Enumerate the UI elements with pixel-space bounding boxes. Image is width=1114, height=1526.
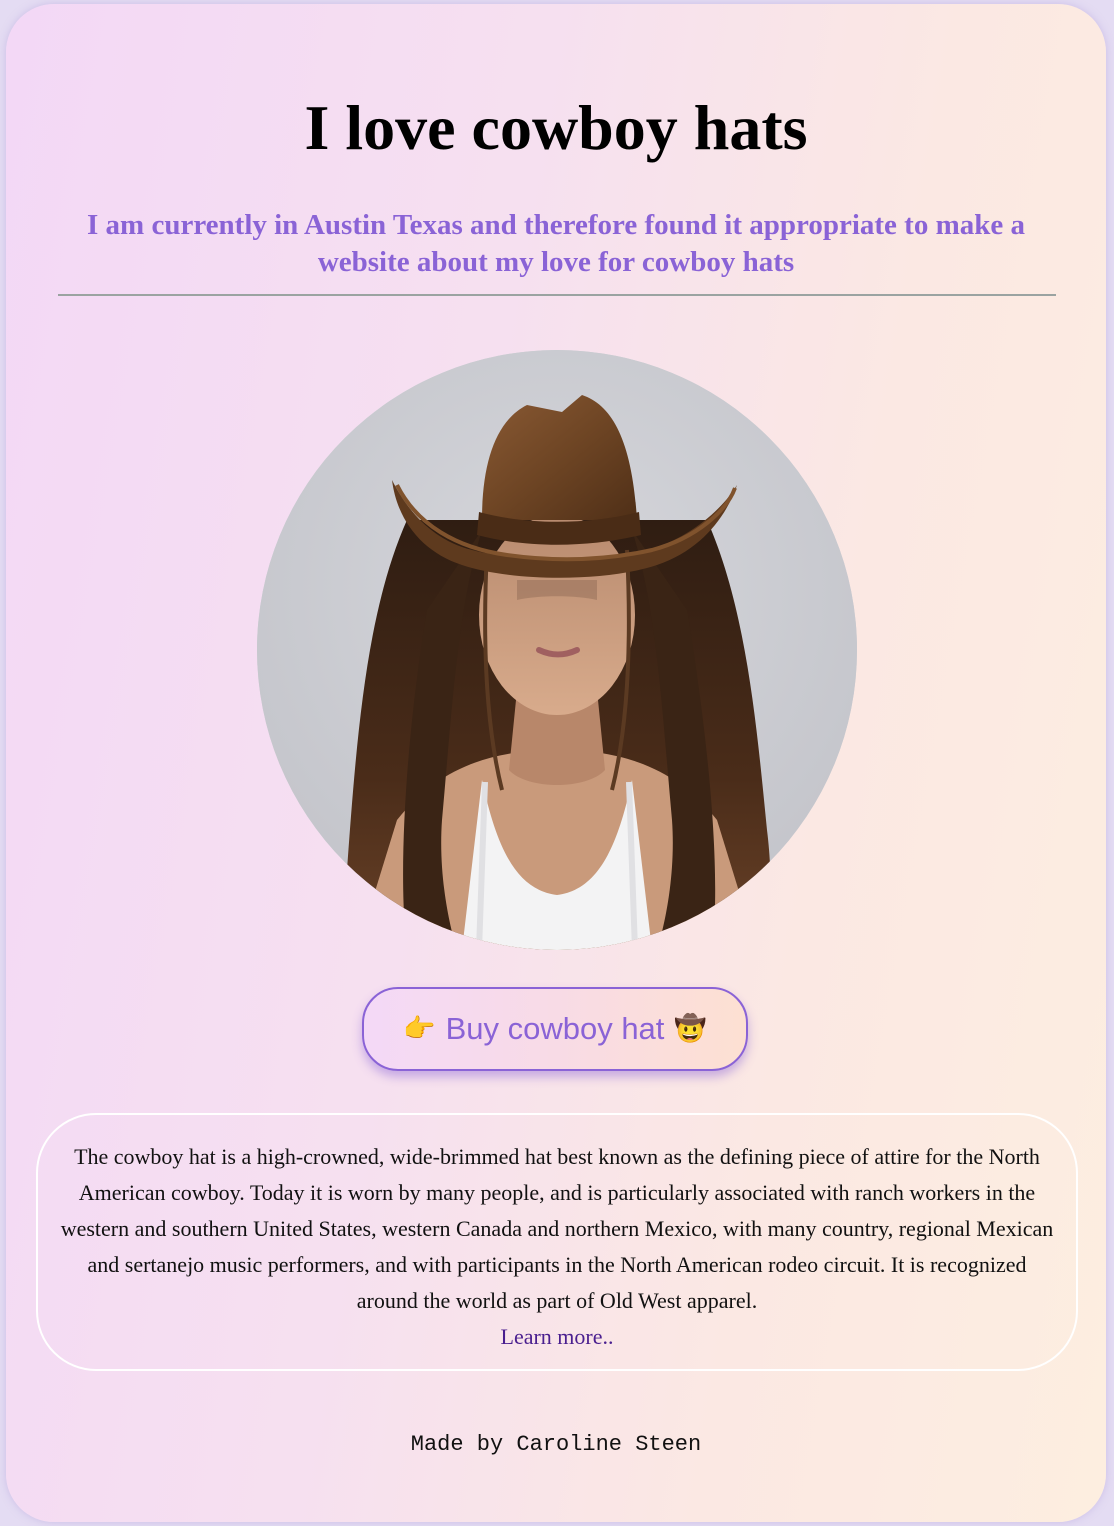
info-box: The cowboy hat is a high-crowned, wide-b… (36, 1113, 1078, 1371)
divider (58, 294, 1056, 296)
buy-cowboy-hat-button[interactable]: 👉 Buy cowboy hat 🤠 (362, 987, 748, 1071)
learn-more-link[interactable]: Learn more.. (501, 1324, 614, 1349)
page-subtitle: I am currently in Austin Texas and there… (87, 209, 1025, 278)
buy-button-label: Buy cowboy hat (445, 1011, 665, 1046)
page-card: I love cowboy hats I am currently in Aus… (6, 4, 1106, 1522)
woman-in-cowboy-hat-illustration (257, 350, 857, 950)
cowboy-hat-photo (257, 350, 857, 950)
footer-credit: Made by Caroline Steen (410, 1432, 702, 1457)
page-title: I love cowboy hats (304, 92, 808, 163)
pointing-hand-icon: 👉 (403, 1014, 436, 1044)
info-text: The cowboy hat is a high-crowned, wide-b… (60, 1144, 1054, 1313)
cowboy-face-icon: 🤠 (674, 1014, 707, 1044)
